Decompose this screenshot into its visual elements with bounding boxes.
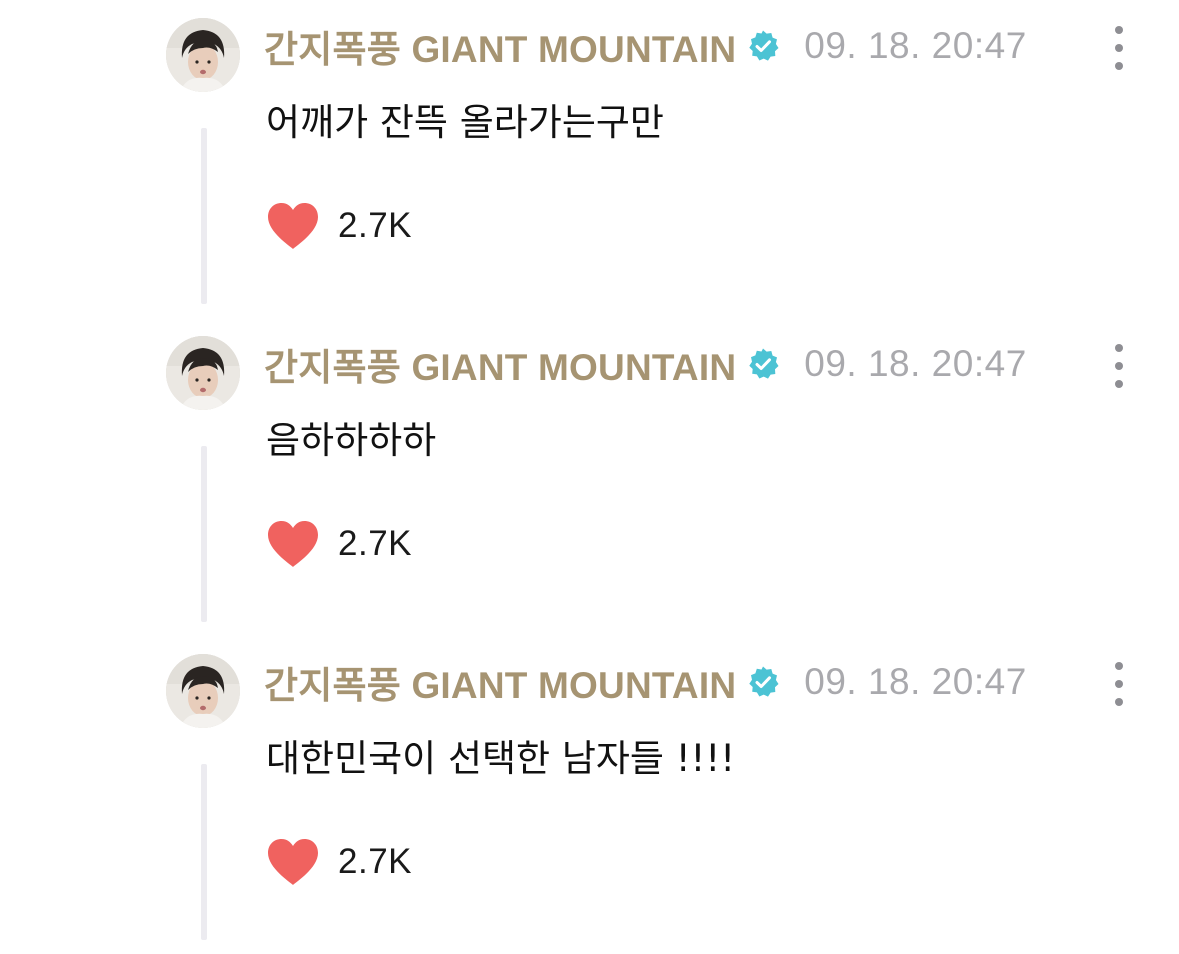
author-name[interactable]: 간지폭풍 GIANT MOUNTAIN (264, 19, 736, 73)
timestamp: 09. 18. 20:47 (804, 25, 1027, 66)
comment-item: 간지폭풍 GIANT MOUNTAIN 09. 18. 20:47 어깨가 잔뜩… (0, 0, 1179, 318)
thread-line (201, 128, 207, 304)
comment-text: 음하하하하 (266, 419, 437, 462)
like-count: 2.7K (338, 842, 412, 881)
avatar[interactable] (166, 18, 240, 92)
comment-header: 간지폭풍 GIANT MOUNTAIN 09. 18. 20:47 (264, 22, 1027, 70)
more-vertical-icon[interactable] (1108, 662, 1130, 706)
timestamp: 09. 18. 20:47 (804, 343, 1027, 384)
verified-badge-icon (746, 347, 780, 381)
comment-header: 간지폭풍 GIANT MOUNTAIN 09. 18. 20:47 (264, 340, 1027, 388)
author-name[interactable]: 간지폭풍 GIANT MOUNTAIN (264, 655, 736, 709)
author-name[interactable]: 간지폭풍 GIANT MOUNTAIN (264, 337, 736, 391)
like-button[interactable]: 2.7K (266, 834, 412, 890)
verified-badge-icon (746, 665, 780, 699)
like-button[interactable]: 2.7K (266, 516, 412, 572)
comment-header: 간지폭풍 GIANT MOUNTAIN 09. 18. 20:47 (264, 658, 1027, 706)
more-vertical-icon[interactable] (1108, 26, 1130, 70)
thread-line (201, 446, 207, 622)
comment-text: 어깨가 잔뜩 올라가는구만 (266, 101, 664, 144)
avatar[interactable] (166, 654, 240, 728)
thread-line (201, 764, 207, 940)
comment-item: 간지폭풍 GIANT MOUNTAIN 09. 18. 20:47 대한민국이 … (0, 636, 1179, 954)
heart-icon (268, 839, 318, 885)
verified-badge-icon (746, 29, 780, 63)
like-button[interactable]: 2.7K (266, 198, 412, 254)
timestamp: 09. 18. 20:47 (804, 661, 1027, 702)
like-count: 2.7K (338, 206, 412, 245)
heart-icon (268, 521, 318, 567)
like-count: 2.7K (338, 524, 412, 563)
heart-icon (268, 203, 318, 249)
more-vertical-icon[interactable] (1108, 344, 1130, 388)
comment-item: 간지폭풍 GIANT MOUNTAIN 09. 18. 20:47 음하하하하 … (0, 318, 1179, 636)
comment-text: 대한민국이 선택한 남자들 !!!! (266, 737, 736, 780)
avatar[interactable] (166, 336, 240, 410)
